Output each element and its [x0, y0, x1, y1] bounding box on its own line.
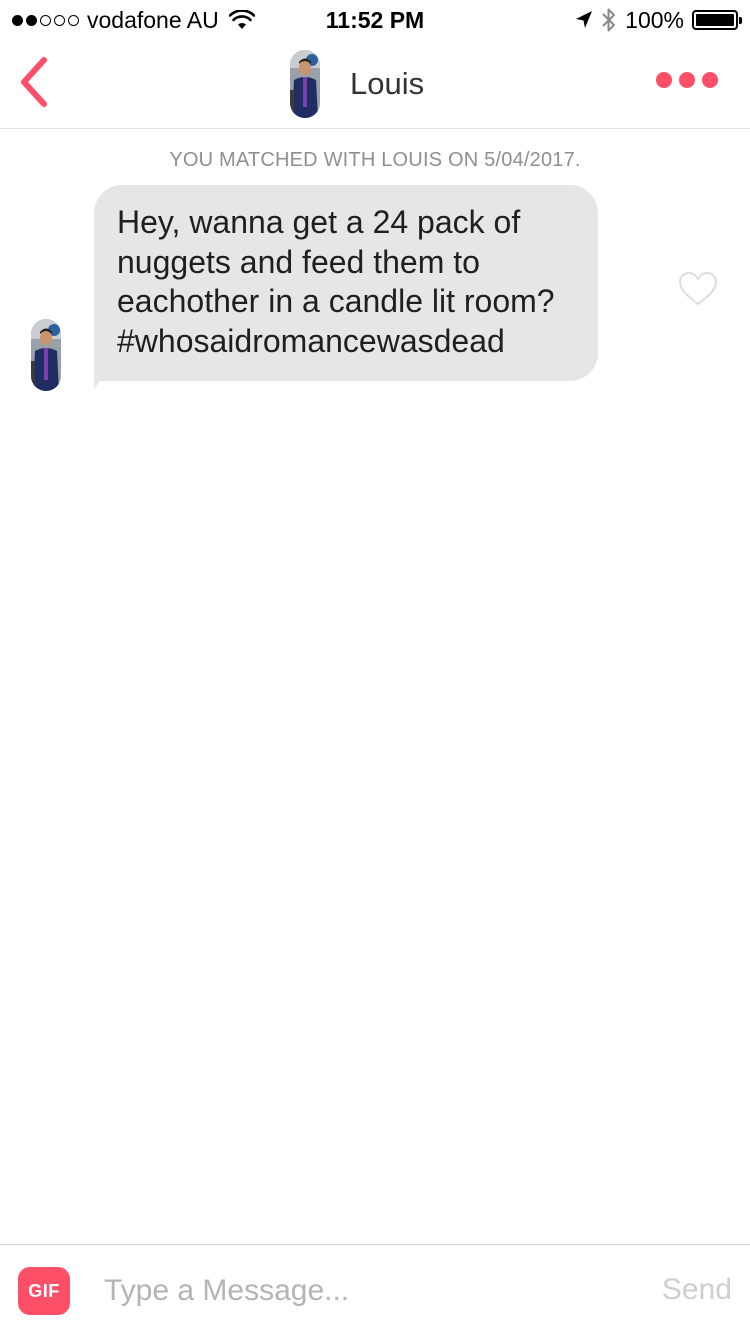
message-bubble[interactable]: Hey, wanna get a 24 pack of nuggets and …	[94, 185, 598, 381]
bluetooth-icon	[602, 8, 616, 32]
more-options-button[interactable]	[656, 72, 718, 88]
avatar[interactable]	[290, 50, 320, 118]
match-date-note: YOU MATCHED WITH LOUIS ON 5/04/2017.	[169, 149, 581, 171]
sender-avatar[interactable]	[31, 319, 61, 391]
message-text: Hey, wanna get a 24 pack of nuggets and …	[117, 204, 555, 359]
contact-name[interactable]: Louis	[350, 66, 424, 102]
message-composer: GIF Send	[0, 1244, 750, 1334]
send-button[interactable]: Send	[662, 1273, 732, 1307]
bubble-tail	[94, 371, 108, 389]
chat-header: Louis	[0, 40, 750, 129]
battery-percent: 100%	[625, 6, 684, 33]
status-bar: vodafone AU 11:52 PM 100%	[0, 0, 750, 40]
message-row: Hey, wanna get a 24 pack of nuggets and …	[0, 185, 750, 405]
location-arrow-icon	[576, 11, 593, 28]
like-heart-icon[interactable]	[678, 271, 718, 307]
gif-button[interactable]: GIF	[18, 1267, 70, 1315]
battery-level-fill	[696, 14, 734, 26]
message-input[interactable]	[104, 1265, 624, 1317]
status-right: 100%	[575, 6, 742, 34]
contact-header[interactable]: Louis	[290, 50, 424, 118]
back-button[interactable]	[14, 54, 58, 110]
battery-icon	[692, 10, 742, 30]
more-dots-icon	[656, 72, 672, 88]
